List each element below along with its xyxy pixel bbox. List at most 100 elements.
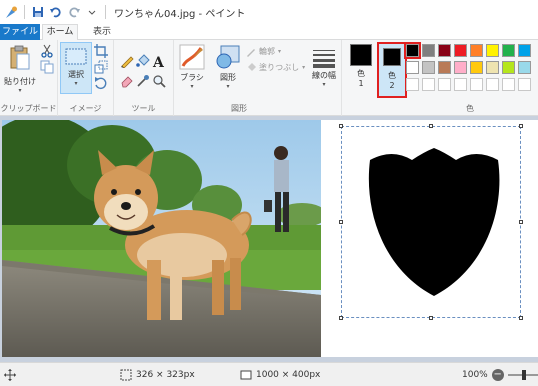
clipboard-group-label: クリップボード (0, 104, 57, 113)
custom-color-slot[interactable] (518, 78, 531, 91)
palette-swatch[interactable] (502, 61, 515, 74)
custom-color-slot[interactable] (502, 78, 515, 91)
window-title: ワンちゃん04.jpg - ペイント (114, 8, 246, 20)
custom-color-slot[interactable] (470, 78, 483, 91)
resize-icon[interactable] (94, 60, 108, 74)
paste-chevron-icon: ▾ (18, 87, 22, 94)
size-chevron-icon: ▾ (322, 81, 326, 88)
rotate-icon[interactable] (94, 76, 108, 90)
shapes-chevron-icon: ▾ (226, 83, 230, 90)
size-button[interactable]: 線の幅 ▾ (308, 48, 340, 88)
color1-swatch (350, 44, 372, 66)
color2-number: 2 (389, 81, 395, 90)
svg-text:A: A (152, 55, 165, 68)
selection-handle[interactable] (339, 316, 343, 320)
ribbon: 貼り付け ▾ クリップボード 選択 ▾ イメージ A ツール ブラシ ▾ 図形 … (0, 40, 538, 116)
selection-handle[interactable] (339, 124, 343, 128)
palette-swatch[interactable] (454, 44, 467, 57)
palette-swatch[interactable] (470, 44, 483, 57)
custom-color-slot[interactable] (486, 78, 499, 91)
paste-button[interactable]: 貼り付け ▾ (2, 44, 38, 94)
select-label: 選択 (68, 70, 84, 79)
color2-button[interactable]: 色 2 (377, 42, 407, 98)
drawing-canvas[interactable] (321, 120, 538, 357)
selection-handle[interactable] (519, 220, 523, 224)
tab-view[interactable]: 表示 (84, 24, 120, 40)
paint-app-icon[interactable] (4, 5, 18, 19)
undo-icon[interactable] (49, 5, 63, 19)
shapes-label: 図形 (220, 73, 236, 82)
custom-color-slot[interactable] (406, 78, 419, 91)
redo-icon[interactable] (67, 5, 81, 19)
paste-icon (10, 45, 30, 70)
palette-swatch[interactable] (502, 44, 515, 57)
size-label: 線の幅 (312, 71, 336, 80)
color2-swatch (383, 48, 401, 66)
zoom-out-button[interactable]: − (491, 369, 504, 381)
selection-handle[interactable] (339, 220, 343, 224)
title-bar: ワンちゃん04.jpg - ペイント (0, 0, 538, 24)
color-picker-icon[interactable] (136, 74, 150, 88)
cursor-position (4, 369, 16, 381)
palette-swatch[interactable] (422, 44, 435, 57)
canvas-area[interactable] (0, 116, 538, 362)
cut-icon[interactable] (40, 44, 54, 58)
tab-home[interactable]: ホーム (42, 24, 78, 41)
crop-icon[interactable] (94, 44, 108, 58)
color1-button[interactable]: 色 1 (346, 44, 376, 88)
tools-group-label: ツール (131, 104, 156, 113)
dog-photo-image[interactable] (2, 120, 321, 357)
fill-button[interactable]: 塗りつぶし ▾ (246, 62, 305, 73)
fill-bucket-icon[interactable] (136, 54, 150, 68)
shapes-button[interactable]: 図形 ▾ (212, 44, 244, 90)
quick-access-toolbar (0, 5, 108, 19)
selection-size: 326 × 323px (120, 369, 195, 381)
image-size-text: 1000 × 400px (256, 370, 321, 380)
save-icon[interactable] (31, 5, 45, 19)
customize-qat-chevron-icon[interactable] (85, 5, 99, 19)
selection-handle[interactable] (429, 316, 433, 320)
palette-swatch[interactable] (470, 61, 483, 74)
selection-handle[interactable] (519, 316, 523, 320)
palette-swatch[interactable] (406, 61, 419, 74)
selection-size-text: 326 × 323px (136, 370, 195, 380)
tools-group: A ツール (114, 40, 174, 116)
text-icon[interactable]: A (152, 54, 166, 71)
palette-swatch[interactable] (438, 44, 451, 57)
brush-button[interactable]: ブラシ ▾ (176, 44, 208, 90)
color1-number: 1 (358, 79, 364, 88)
outline-chevron-icon: ▾ (278, 48, 282, 55)
tab-file[interactable]: ファイル (0, 24, 40, 40)
custom-color-slot[interactable] (454, 78, 467, 91)
select-chevron-icon: ▾ (74, 80, 78, 87)
pencil-icon[interactable] (120, 54, 134, 69)
custom-color-slot[interactable] (438, 78, 451, 91)
palette-swatch[interactable] (404, 42, 421, 59)
palette-swatch[interactable] (486, 44, 499, 57)
palette-swatch[interactable] (454, 61, 467, 74)
selection-size-icon (120, 369, 132, 381)
palette-swatch[interactable] (438, 61, 451, 74)
palette-swatch[interactable] (518, 44, 531, 57)
selection-handle[interactable] (519, 124, 523, 128)
palette-swatch[interactable] (422, 61, 435, 74)
eraser-icon[interactable] (120, 74, 134, 88)
copy-icon[interactable] (40, 60, 54, 74)
colors-group-label: 色 (466, 104, 474, 113)
magnifier-icon[interactable] (152, 74, 166, 88)
palette-swatch[interactable] (486, 61, 499, 74)
color1-label: 色 (357, 69, 365, 78)
custom-color-slot[interactable] (422, 78, 435, 91)
zoom-slider-thumb[interactable] (521, 370, 526, 380)
selection-handle[interactable] (429, 124, 433, 128)
palette-swatch[interactable] (518, 61, 531, 74)
fill-label: 塗りつぶし (259, 63, 300, 72)
fill-chevron-icon: ▾ (302, 64, 306, 71)
photo-illustration (2, 120, 321, 357)
select-button[interactable]: 選択 ▾ (60, 42, 92, 94)
zoom-slider[interactable] (507, 370, 538, 380)
brush-label: ブラシ (180, 73, 204, 82)
image-size: 1000 × 400px (240, 369, 320, 381)
image-size-icon (240, 370, 252, 380)
outline-button[interactable]: 輪郭 ▾ (246, 46, 281, 57)
